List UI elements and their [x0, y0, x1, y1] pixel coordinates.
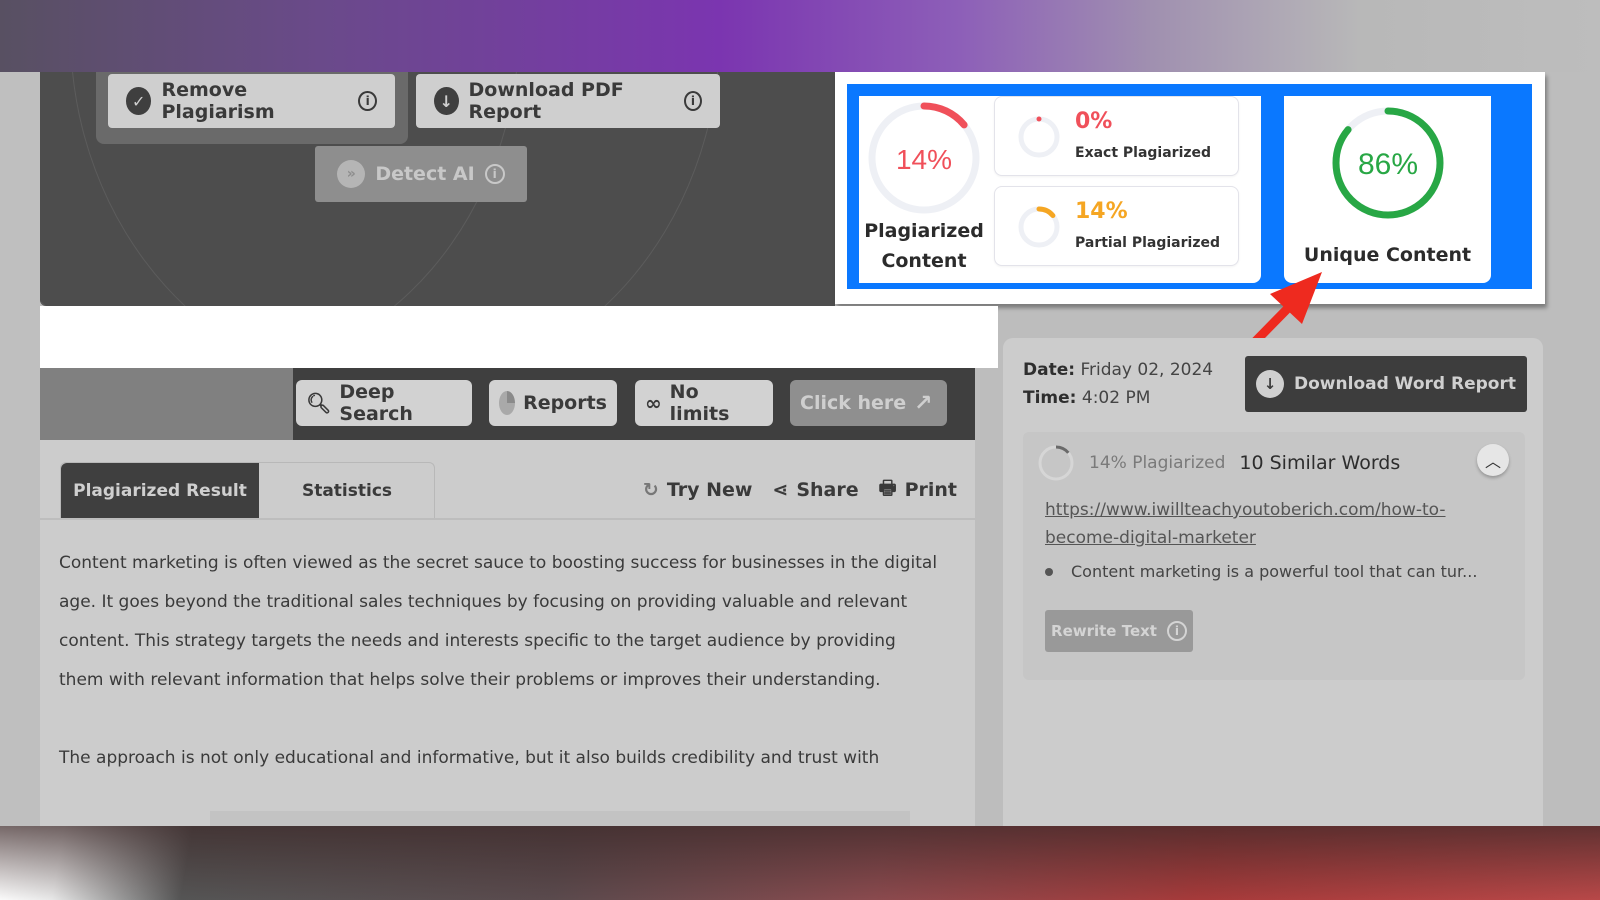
blank-strip	[40, 306, 998, 368]
highlight-frame: 14% Plagiarized Content 0% Exact Plagiar…	[847, 84, 1532, 289]
no-limits-label: No limits	[669, 381, 730, 425]
tab-divider	[40, 518, 975, 520]
detect-ai-label: Detect AI	[375, 163, 475, 185]
rewrite-text-button[interactable]: Rewrite Text i	[1045, 610, 1193, 652]
chevron-up-icon[interactable]: ︿	[1477, 444, 1509, 476]
result-tabs: Plagiarized Result Statistics	[60, 462, 435, 519]
left-margin	[0, 72, 40, 826]
share-button[interactable]: ⋖ Share	[772, 479, 858, 501]
download-word-button[interactable]: ↓ Download Word Report	[1245, 356, 1527, 412]
report-datetime: Date: Friday 02, 2024 Time: 4:02 PM	[1023, 356, 1213, 412]
page-canvas: ✓ Remove Plagiarism i ↓ Download PDF Rep…	[0, 72, 1600, 826]
info-icon[interactable]: i	[683, 91, 702, 111]
print-label: Print	[904, 479, 957, 501]
info-icon[interactable]: i	[358, 91, 377, 111]
highlighted-match	[210, 811, 910, 826]
download-pdf-label: Download PDF Report	[468, 79, 624, 123]
download-icon: ↓	[1256, 370, 1285, 398]
time-label: Time:	[1023, 388, 1077, 408]
remove-plagiarism-button[interactable]: ✓ Remove Plagiarism i	[108, 74, 395, 128]
plagiarized-label-2: Content	[881, 250, 967, 272]
match-percent: 14% Plagiarized	[1089, 453, 1226, 473]
date-label: Date:	[1023, 360, 1076, 380]
tab-statistics[interactable]: Statistics	[259, 463, 435, 519]
click-here-label: Click here	[800, 392, 907, 414]
checked-text: Content marketing is often viewed as the…	[59, 544, 939, 817]
rewrite-label: Rewrite Text	[1051, 622, 1157, 640]
info-icon[interactable]: i	[484, 164, 505, 184]
exact-ring	[1018, 116, 1060, 158]
plagiarized-percent: 14%	[896, 144, 952, 175]
deep-search-button[interactable]: 🔍︎ Deep Search	[296, 380, 472, 426]
download-icon: ↓	[434, 87, 459, 115]
background-gradient-bottom	[0, 826, 1600, 900]
background-gradient-top	[0, 0, 1600, 72]
unique-percent: 86%	[1357, 148, 1417, 181]
deep-search-label: Deep Search	[339, 381, 413, 425]
date-value: Friday 02, 2024	[1080, 360, 1214, 380]
exact-percent: 0%	[1075, 109, 1113, 134]
match-ring	[1038, 445, 1074, 481]
partial-percent: 14%	[1075, 199, 1128, 224]
print-button[interactable]: 🖶 Print	[879, 474, 957, 506]
unique-ring: 86%	[1332, 107, 1443, 219]
share-label: Share	[796, 479, 859, 501]
click-here-button[interactable]: Click here ↗	[790, 380, 947, 426]
share-icon: ⋖	[772, 479, 789, 501]
unique-ring-block: 86% Unique Content	[1284, 96, 1491, 270]
search-icon: 🔍︎	[306, 391, 332, 415]
plagiarism-breakdown: 14% Plagiarized Content 0% Exact Plagiar…	[859, 96, 1261, 283]
detect-ai-button[interactable]: » Detect AI i	[315, 146, 527, 202]
feature-toolbar: 🔍︎ Deep Search Reports ∞ No limits Click…	[40, 368, 975, 440]
paragraph: Content marketing is often viewed as the…	[59, 553, 938, 690]
match-card: 14% Plagiarized 10 Similar Words ︿ https…	[1023, 432, 1525, 680]
similar-words: 10 Similar Words	[1239, 452, 1401, 474]
tab-plagiarized-result[interactable]: Plagiarized Result	[61, 463, 259, 519]
match-snippet: Content marketing is a powerful tool tha…	[1045, 562, 1477, 581]
unique-content-stat: 86% Unique Content	[1284, 96, 1491, 283]
pie-chart-icon	[499, 391, 516, 415]
partial-ring	[1018, 206, 1060, 248]
match-header: 14% Plagiarized 10 Similar Words	[1037, 444, 1400, 482]
plagiarized-ring: 14%	[868, 102, 980, 214]
report-panel: Date: Friday 02, 2024 Time: 4:02 PM ↓ Do…	[1003, 338, 1543, 826]
check-icon: ✓	[126, 87, 152, 115]
try-new-button[interactable]: ↻ Try New	[643, 479, 753, 501]
printer-icon: 🖶	[878, 477, 897, 499]
exact-plagiarized-card: 0% Exact Plagiarized	[994, 96, 1239, 176]
external-link-icon: ↗	[914, 390, 933, 416]
info-icon[interactable]: i	[1166, 621, 1187, 641]
remove-plagiarism-label: Remove Plagiarism	[161, 79, 275, 123]
partial-label: Partial Plagiarized	[1075, 235, 1220, 251]
try-new-label: Try New	[666, 479, 753, 501]
plagiarized-content-stat: 14% Plagiarized Content	[859, 96, 989, 276]
exact-label: Exact Plagiarized	[1075, 145, 1212, 161]
source-link[interactable]: https://www.iwillteachyoutoberich.com/ho…	[1045, 496, 1495, 552]
result-actions: ↻ Try New ⋖ Share 🖶 Print	[643, 474, 957, 506]
hero-section: ✓ Remove Plagiarism i ↓ Download PDF Rep…	[40, 72, 835, 306]
partial-plagiarized-card: 14% Partial Plagiarized	[994, 186, 1239, 266]
refresh-icon: ↻	[642, 479, 659, 501]
reports-button[interactable]: Reports	[489, 380, 617, 426]
paragraph: The approach is not only educational and…	[59, 748, 880, 768]
no-limits-button[interactable]: ∞ No limits	[635, 380, 773, 426]
reports-label: Reports	[523, 392, 607, 414]
double-chevron-icon: »	[337, 160, 366, 188]
infinity-icon: ∞	[645, 391, 662, 415]
toolbar-placeholder	[40, 368, 293, 440]
download-pdf-button[interactable]: ↓ Download PDF Report i	[416, 74, 720, 128]
bullet-icon	[1045, 567, 1053, 576]
time-value: 4:02 PM	[1081, 388, 1151, 408]
right-margin	[1545, 72, 1600, 826]
results-panel: Plagiarized Result Statistics ↻ Try New …	[40, 440, 975, 826]
plagiarized-label-1: Plagiarized	[864, 220, 984, 242]
download-word-label: Download Word Report	[1294, 374, 1516, 394]
snippet-text: Content marketing is a powerful tool tha…	[1071, 562, 1478, 581]
